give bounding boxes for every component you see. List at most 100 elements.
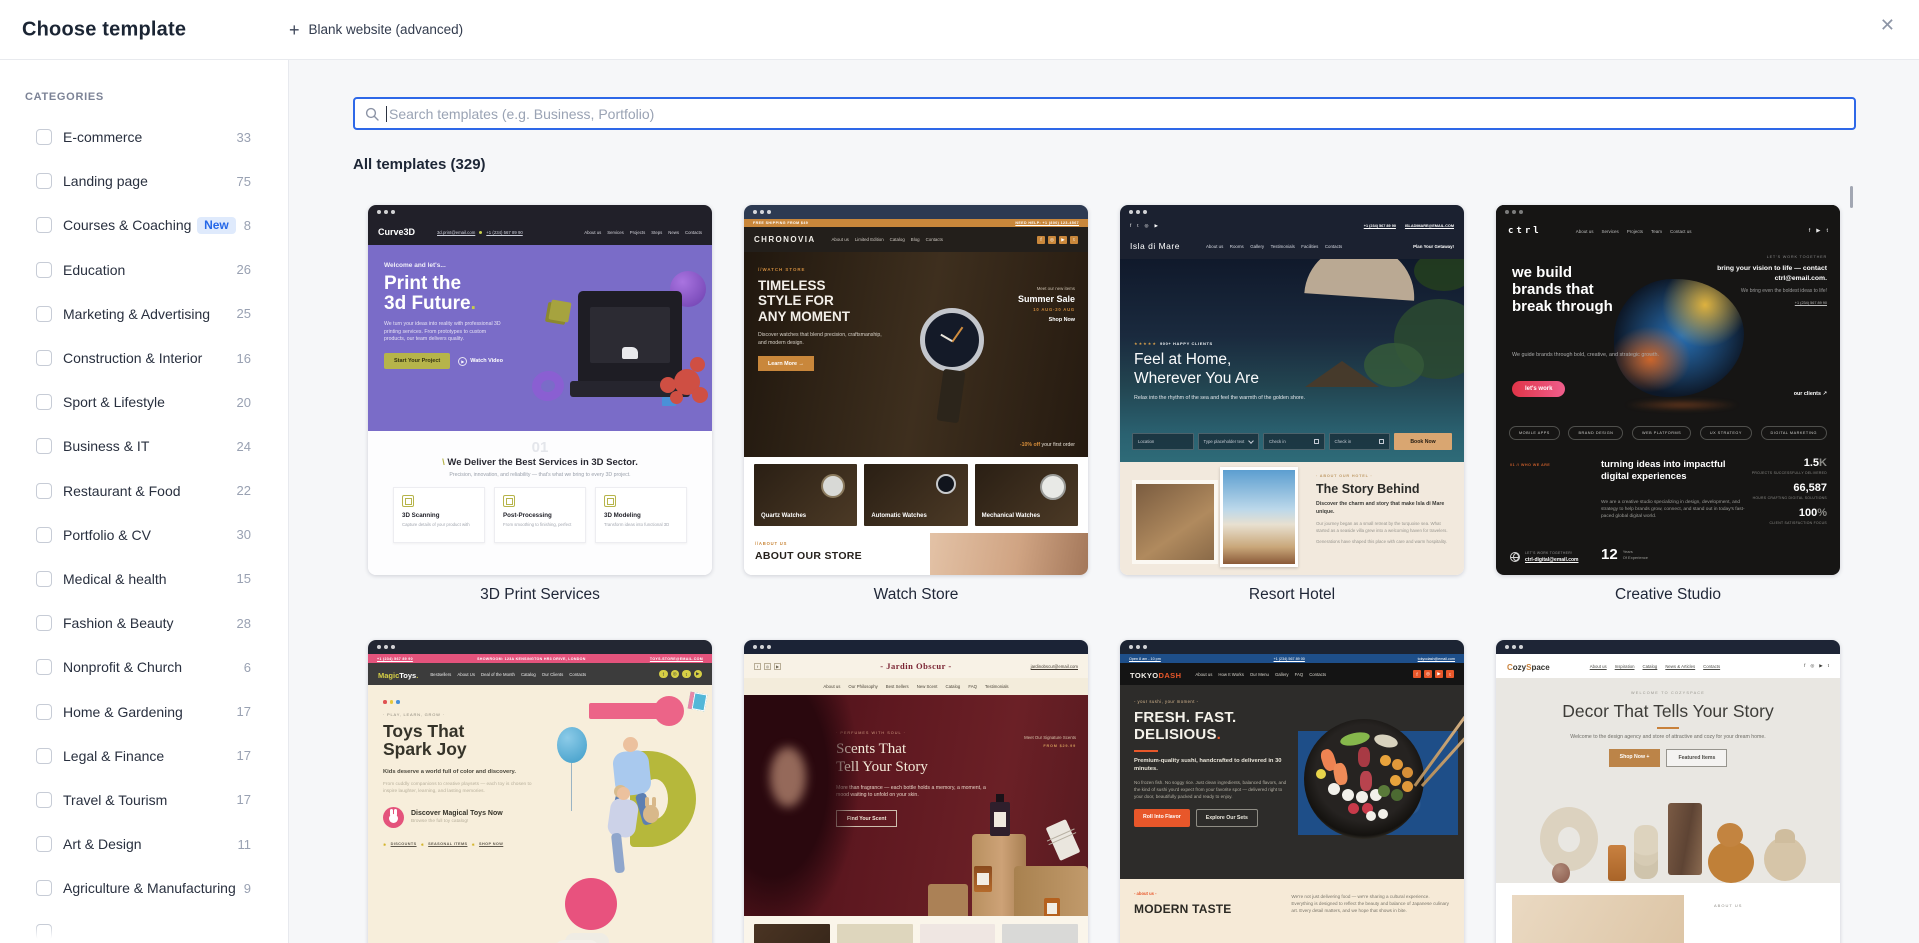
checkbox[interactable] (36, 880, 52, 897)
tile-automatic: Automatic Watches (864, 464, 968, 526)
sidebar-item-home-gardening[interactable]: Home & Gardening 17 (0, 689, 288, 733)
sidebar-item-restaurant-food[interactable]: Restaurant & Food 22 (0, 469, 288, 513)
category-label: Construction & Interior (63, 350, 203, 367)
balloon-shape (556, 727, 587, 763)
checkbox[interactable] (36, 394, 52, 411)
contact-footer: LET'S WORK TOGETHER! ctrl-digital@email.c… (1510, 551, 1579, 563)
site-nav: About us Services Projects Steps News Contact… (584, 229, 702, 235)
sidebar-item-legal-finance[interactable]: Legal & Finance 17 (0, 734, 288, 778)
sidebar-item-business-it[interactable]: Business & IT 24 (0, 424, 288, 468)
hero-subtitle: Relax into the rhythm of the sea and fee… (1134, 395, 1306, 401)
results-heading: All templates (329) (353, 156, 486, 173)
sidebar-item-portfolio-cv[interactable]: Portfolio & CV 30 (0, 513, 288, 557)
site-nav: About us Rooms Gallery Testimonials Faciliti… (1205, 243, 1343, 249)
hero-body: No frozen fish. No soggy rice. Just clea… (1134, 779, 1287, 799)
checkbox[interactable] (36, 173, 52, 190)
template-card-watch-store[interactable]: FREE SHIPPING FROM $49 NEED HELP: +1 (800… (744, 205, 1088, 604)
site-header: Isla di Mare About us Rooms Gallery Testimo… (1120, 233, 1464, 259)
checkin-field: Check in (1263, 433, 1325, 450)
sidebar-item-travel-tourism[interactable]: Travel & Tourism 17 (0, 778, 288, 822)
clients-badge: ★★★★★ 900+ HAPPY CLIENTS (1134, 341, 1213, 346)
discount-note: -10% off your first order (1019, 442, 1075, 448)
sidebar-item-education[interactable]: Education 26 (0, 248, 288, 292)
checkbox[interactable] (36, 570, 52, 587)
topbar: Open 8 am - 10 pm +1 (234) 567 89 00 tokyo… (1120, 654, 1464, 663)
secondary-button: Featured Items (1666, 749, 1728, 767)
checkbox[interactable] (36, 217, 52, 234)
sidebar-item-courses-coaching[interactable]: Courses & Coaching New 8 (0, 203, 288, 247)
watch-illustration (920, 308, 984, 372)
template-card-creative-studio[interactable]: ctrl About us Services Projects Team Contact… (1496, 205, 1840, 604)
template-card-sushi[interactable]: Open 8 am - 10 pm +1 (234) 567 89 00 tokyo… (1120, 640, 1464, 943)
facebook-icon: f (1037, 235, 1045, 244)
cta-button: Start Your Project (384, 353, 451, 370)
checkbox[interactable] (36, 261, 52, 278)
hero-body: Discover watches that blend precision, c… (758, 331, 882, 346)
category-count: 17 (236, 792, 251, 808)
checkbox[interactable] (36, 659, 52, 676)
category-label: Fashion & Beauty (63, 615, 174, 632)
checkbox[interactable] (36, 350, 52, 367)
globe-icon (1510, 552, 1520, 562)
checkbox[interactable] (36, 747, 52, 764)
color-dots (383, 700, 561, 704)
palm-shape (1364, 343, 1424, 387)
scrollbar[interactable] (1850, 186, 1853, 208)
hero-section: WELCOME TO COZYSPACE Decor That Tells Yo… (1496, 678, 1840, 883)
checkbox[interactable] (36, 836, 52, 853)
sidebar-item-landing-page[interactable]: Landing page 75 (0, 159, 288, 203)
checkbox[interactable] (36, 924, 52, 941)
category-label: Business & IT (63, 438, 150, 455)
vases-photo (1496, 779, 1840, 883)
template-card-resort-hotel[interactable]: f t ◎ ▶ +1 (234) 567 89 90 ISLADIMARE@EMAIL.… (1120, 205, 1464, 604)
sidebar-item-nonprofit-church[interactable]: Nonprofit & Church 6 (0, 645, 288, 689)
social-icons: f ◎ ▶ t (1037, 235, 1078, 244)
blank-website-button[interactable]: + Blank website (advanced) (289, 21, 463, 39)
checkbox[interactable] (36, 791, 52, 808)
template-card-3d-print-services[interactable]: Curve3D 3d.print@email.com +1 (234) 567 8… (368, 205, 712, 604)
facebook-icon: f (754, 662, 761, 670)
search-input[interactable]: Search templates (e.g. Business, Portfol… (353, 97, 1856, 130)
template-card-perfume[interactable]: f ◎ ▶ - Jardin Obscur - jardinobscur@email… (744, 640, 1088, 943)
product-tiles (744, 916, 1088, 943)
checkbox[interactable] (36, 703, 52, 720)
sidebar-item-agriculture-manufacturing[interactable]: Agriculture & Manufacturing 9 (0, 866, 288, 910)
sidebar-item-partial[interactable] (0, 910, 288, 943)
checkin-field: Check in (1328, 433, 1390, 450)
checkbox[interactable] (36, 615, 52, 632)
sidebar-item-marketing-advertising[interactable]: Marketing & Advertising 25 (0, 292, 288, 336)
browser-chrome (744, 205, 1088, 219)
category-count: 15 (236, 571, 251, 587)
template-card-magic-toys[interactable]: +1 (234) 567 89 90 SHOWROOM: 123A KENSING… (368, 640, 712, 943)
close-icon[interactable]: ✕ (1876, 12, 1899, 38)
checkbox[interactable] (36, 129, 52, 146)
food-photo (1220, 467, 1298, 567)
template-name: Creative Studio (1615, 586, 1721, 603)
sidebar-item-ecommerce[interactable]: E-commerce 33 (0, 115, 288, 159)
interior-photo (1132, 480, 1218, 564)
instagram-icon: ◎ (1144, 223, 1149, 228)
sidebar-item-art-design[interactable]: Art & Design 11 (0, 822, 288, 866)
checkbox[interactable] (36, 438, 52, 455)
about-section: //ABOUT US ABOUT OUR STORE (744, 533, 1088, 575)
browser-chrome (1496, 640, 1840, 654)
watch-video-link: ▶ Watch Video (458, 356, 503, 366)
youtube-icon: ▶ (1819, 663, 1823, 668)
cta-button: Shop Now + (1608, 749, 1661, 767)
checkbox[interactable] (36, 305, 52, 322)
checkbox[interactable] (36, 526, 52, 543)
process-icon (503, 495, 515, 507)
sidebar-item-sport-lifestyle[interactable]: Sport & Lifestyle 20 (0, 380, 288, 424)
search-placeholder: Search templates (e.g. Business, Portfol… (389, 105, 655, 122)
template-card-cozyspace[interactable]: CozySpace About us Inspiration Catalog News… (1496, 640, 1840, 943)
sidebar-item-medical-health[interactable]: Medical & health 15 (0, 557, 288, 601)
hero-actions: Shop Now + Featured Items (1608, 749, 1728, 767)
sidebar-item-fashion-beauty[interactable]: Fashion & Beauty 28 (0, 601, 288, 645)
checkbox[interactable] (36, 482, 52, 499)
browser-chrome (1120, 205, 1464, 219)
category-label: Nonprofit & Church (63, 659, 183, 676)
category-label: Travel & Tourism (63, 791, 168, 808)
sidebar-item-construction-interior[interactable]: Construction & Interior 16 (0, 336, 288, 380)
calendar-icon (1313, 439, 1319, 444)
hero-title: we build brands that break through (1512, 264, 1613, 315)
